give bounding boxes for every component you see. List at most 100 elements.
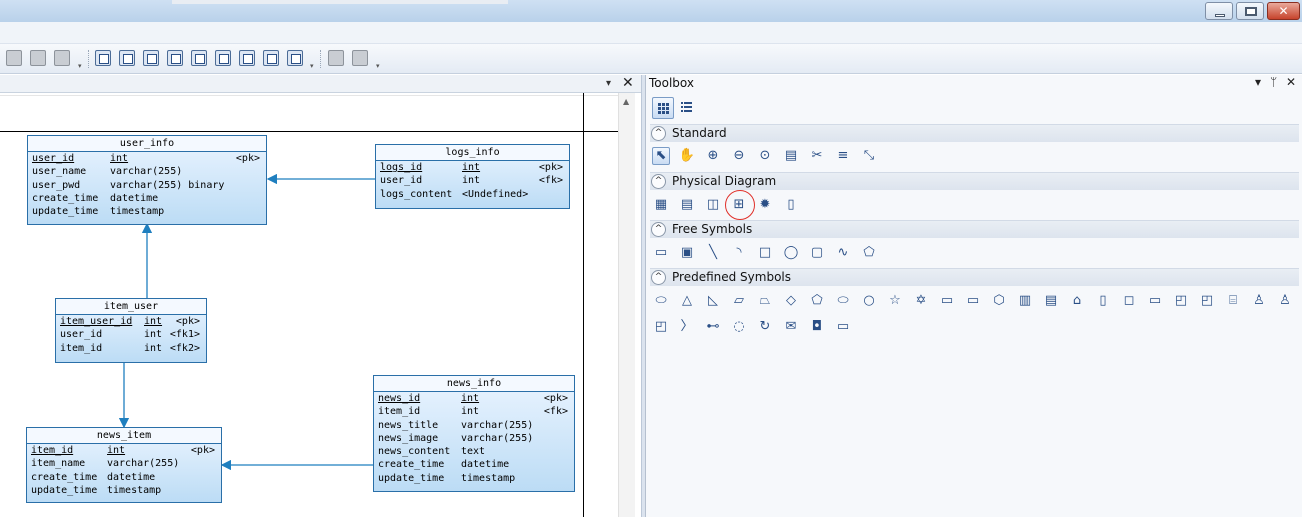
chevron-down-icon[interactable]: ▾ [310,62,318,70]
symbol-tool-icon[interactable]: ▱ [730,292,748,310]
symbol-tool-icon[interactable]: ◰ [1198,292,1216,310]
symbol-tool-icon[interactable]: ╲ [704,244,722,262]
column-row[interactable]: update_time timestamp [374,472,574,485]
symbol-tool-icon[interactable]: 〉 [678,318,696,336]
column-row[interactable]: user_id int <fk1> [56,328,206,341]
back-icon[interactable] [30,50,46,66]
column-row[interactable]: item_id int <fk2> [56,342,206,355]
procedure-icon[interactable]: ✹ [756,196,774,214]
symbol-tool-icon[interactable]: ⊷ [704,318,722,336]
toolbox-menu-icon[interactable]: ▾ [1255,75,1261,89]
symbol-tool-icon[interactable]: ⬭ [834,292,852,310]
symbol-tool-icon[interactable]: ◻ [1120,292,1138,310]
zoom-out-icon[interactable]: ⊖ [730,147,748,165]
symbol-tool-icon[interactable]: ⬭ [652,292,670,310]
close-toolbox-icon[interactable]: ✕ [1286,75,1296,89]
symbol-tool-icon[interactable]: ✡ [912,292,930,310]
symbol-tool-icon[interactable]: ☆ [886,292,904,310]
column-row[interactable]: user_pwd varchar(255) binary [28,179,266,192]
symbol-tool-icon[interactable]: ∿ [834,244,852,262]
symbol-tool-icon[interactable]: ▭ [1146,292,1164,310]
section-standard[interactable]: ^ Standard [650,124,1299,142]
entity-news-item[interactable]: news_item item_id int <pk> item_name varchar… [26,427,222,503]
reference-icon[interactable] [167,50,183,66]
table-icon[interactable]: ▤ [678,196,696,214]
section-predefined-symbols[interactable]: ^ Predefined Symbols [650,268,1299,286]
pin-icon[interactable]: ᛘ [1270,75,1277,89]
chevron-down-icon[interactable]: ▾ [376,62,384,70]
column-row[interactable]: user_name varchar(255) [28,165,266,178]
symbol-tool-icon[interactable]: ◯ [782,244,800,262]
find-icon[interactable] [239,50,255,66]
collapse-icon[interactable]: ^ [651,222,666,237]
symbol-tool-icon[interactable]: ⬠ [808,292,826,310]
symbol-tool-icon[interactable]: ↻ [756,318,774,336]
note-icon[interactable]: ≡ [834,147,852,165]
symbol-tool-icon[interactable]: ♙ [1276,292,1294,310]
symbol-tool-icon[interactable]: ◝ [730,244,748,262]
check-model-icon[interactable] [191,50,207,66]
collapse-icon[interactable]: ^ [651,270,666,285]
symbol-tool-icon[interactable]: ◺ [704,292,722,310]
minimize-button[interactable] [1205,2,1233,20]
column-row[interactable]: create_time datetime [28,192,266,205]
symbol-tool-icon[interactable]: ▯ [1094,292,1112,310]
icon-view-button[interactable] [652,97,674,119]
link-icon[interactable]: ⤡ [860,147,878,165]
list-icon[interactable] [287,50,303,66]
symbol-tool-icon[interactable]: ▢ [808,244,826,262]
column-row[interactable]: item_id int <fk> [374,405,574,418]
section-physical-diagram[interactable]: ^ Physical Diagram [650,172,1299,190]
undo-icon[interactable] [6,50,22,66]
column-row[interactable]: user_id int <pk> [28,152,266,165]
zoom-fit-icon[interactable]: ⊙ [756,147,774,165]
symbol-tool-icon[interactable]: ○ [860,292,878,310]
package-icon[interactable]: ▦ [652,196,670,214]
symbol-tool-icon[interactable]: ▣ [678,244,696,262]
view-icon[interactable]: ◫ [704,196,722,214]
column-row[interactable]: item_name varchar(255) [27,457,221,470]
entity-item-user[interactable]: item_user item_user_id int <pk> user_id int <… [55,298,207,363]
symbol-tool-icon[interactable]: ⬠ [860,244,878,262]
column-row[interactable]: item_id int <pk> [27,444,221,457]
symbol-tool-icon[interactable]: ▭ [964,292,982,310]
forward-icon[interactable] [54,50,70,66]
close-window-button[interactable]: ✕ [1267,2,1300,20]
symbol-tool-icon[interactable]: ▭ [652,244,670,262]
column-row[interactable]: update_time timestamp [28,205,266,218]
symbol-tool-icon[interactable]: ◰ [1172,292,1190,310]
symbol-tool-icon[interactable]: ◌ [730,318,748,336]
symbol-tool-icon[interactable]: ▥ [1016,292,1034,310]
entity-logs-info[interactable]: logs_info logs_id int <pk> user_id int <fk> lo… [375,144,570,209]
model-icon[interactable] [95,50,111,66]
symbol-tool-icon[interactable]: △ [678,292,696,310]
hand-icon[interactable]: ✋ [678,147,696,165]
restore-button[interactable] [1236,2,1264,20]
column-row[interactable]: news_id int <pk> [374,392,574,405]
symbol-tool-icon[interactable]: ⌂ [1068,292,1086,310]
section-free-symbols[interactable]: ^ Free Symbols [650,220,1299,238]
comment-icon[interactable] [263,50,279,66]
generate-icon[interactable] [215,50,231,66]
column-row[interactable]: user_id int <fk> [376,174,569,187]
column-row[interactable]: create_time datetime [374,458,574,471]
column-row[interactable]: news_title varchar(255) [374,419,574,432]
symbol-tool-icon[interactable]: □ [756,244,774,262]
symbol-tool-icon[interactable]: ◰ [652,318,670,336]
column-row[interactable]: create_time datetime [27,471,221,484]
zoom-in-icon[interactable]: ⊕ [704,147,722,165]
column-row[interactable]: item_user_id int <pk> [56,315,206,328]
entity-news-info[interactable]: news_info news_id int <pk> item_id int <fk> ne… [373,375,575,492]
column-row[interactable]: logs_id int <pk> [376,161,569,174]
column-row[interactable]: logs_content <Undefined> [376,188,569,201]
table-icon[interactable] [119,50,135,66]
view-icon[interactable] [143,50,159,66]
symbol-tool-icon[interactable]: ♙ [1250,292,1268,310]
symbol-tool-icon[interactable]: ▭ [834,318,852,336]
entity-user-info[interactable]: user_info user_id int <pk> user_name varchar… [27,135,267,225]
symbol-tool-icon[interactable]: ⌸ [1224,292,1242,310]
column-row[interactable]: update_time timestamp [27,484,221,497]
symbol-tool-icon[interactable]: ◇ [782,292,800,310]
collapse-icon[interactable]: ^ [651,174,666,189]
collapse-icon[interactable]: ^ [651,126,666,141]
